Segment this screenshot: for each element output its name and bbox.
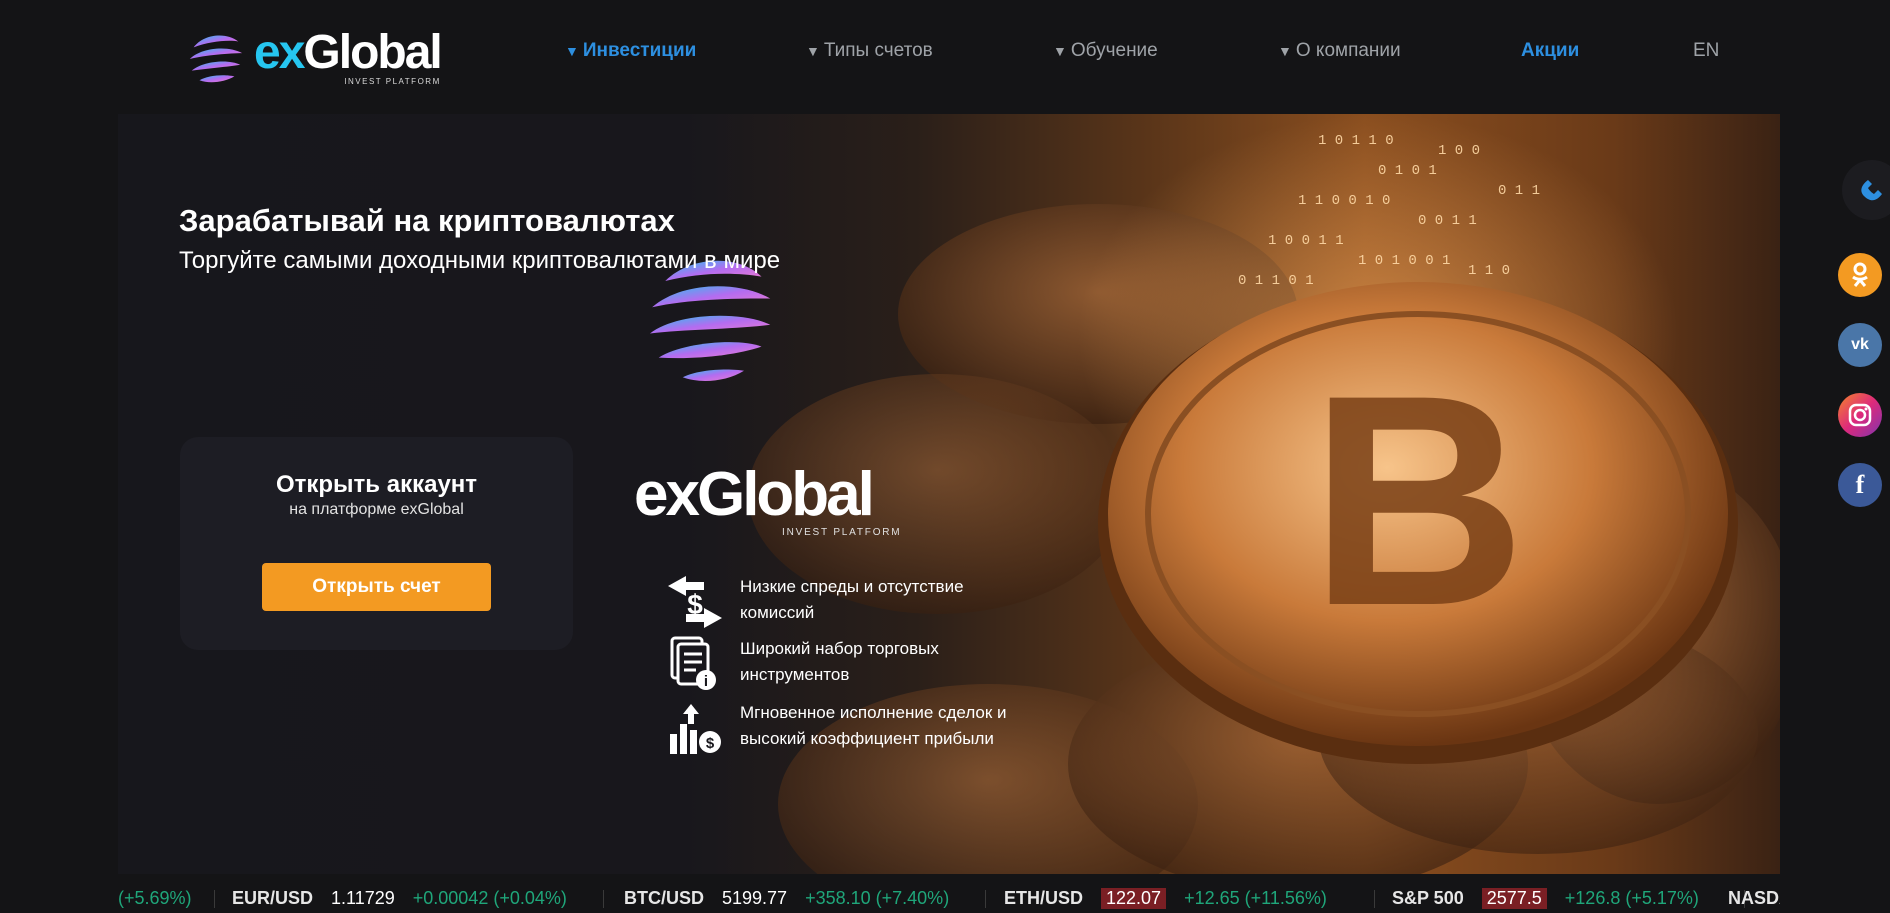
- hero-subtitle: Торгуйте самыми доходными криптовалютами…: [179, 247, 781, 274]
- brand-name: exGlobal: [634, 460, 875, 529]
- vk-button[interactable]: vk: [1838, 323, 1882, 367]
- instagram-button[interactable]: [1838, 393, 1882, 437]
- account-card-subtitle: на платформе exGlobal: [289, 501, 464, 518]
- facebook-icon: f: [1855, 470, 1865, 499]
- chevron-down-icon: ▼: [1278, 43, 1292, 59]
- svg-text:0 1 1 0 1: 0 1 1 0 1: [1238, 273, 1314, 289]
- feature-text: Мгновенное исполнение сделок и высокий к…: [740, 703, 1007, 748]
- feature-item: $ Мгновенное исполнение сделок и высокий…: [664, 700, 1030, 756]
- svg-text:1 0 0: 1 0 0: [1438, 143, 1480, 159]
- svg-text:1 1 0: 1 1 0: [1468, 263, 1510, 279]
- facebook-button[interactable]: f: [1838, 463, 1882, 507]
- ticker-symbol: ETH/USD: [1004, 888, 1084, 908]
- instagram-icon: [1848, 403, 1872, 427]
- site-header: exGlobal INVEST PLATFORM ▼ Инвестиции ▼ Ти…: [0, 0, 1890, 112]
- svg-text:$: $: [687, 589, 703, 620]
- hero-title: Зарабатывай на криптовалютах: [179, 203, 675, 238]
- ticker-change: (+5.69%): [118, 888, 192, 908]
- ticker-symbol: S&P 500: [1392, 888, 1464, 908]
- ticker-item[interactable]: EUR/USD 1.11729 +0.00042 (+0.04%): [232, 888, 567, 909]
- chevron-down-icon: ▼: [565, 43, 579, 59]
- exchange-dollar-icon: $: [668, 576, 722, 628]
- ticker-price: 2577.5: [1481, 888, 1547, 909]
- open-account-card: Открыть аккаунт на платформе exGlobal От…: [180, 437, 573, 650]
- svg-text:1 0 1 0 0 1: 1 0 1 0 0 1: [1358, 253, 1450, 269]
- feature-text: Широкий набор торговых инструментов: [740, 639, 939, 684]
- feature-item: $ Низкие спреды и отсутствие комиссий: [664, 574, 1030, 630]
- feature-item: i Широкий набор торговых инструментов: [664, 636, 1030, 692]
- svg-text:1 0 1 1 0: 1 0 1 1 0: [1318, 133, 1394, 149]
- nav-education[interactable]: ▼ Обучение: [1053, 40, 1158, 62]
- open-account-button[interactable]: Открыть счет: [262, 563, 491, 611]
- nav-promotions[interactable]: Акции: [1521, 40, 1579, 62]
- ticker-item[interactable]: S&P 500 2577.5 +126.8 (+5.17%): [1392, 888, 1699, 909]
- ticker-change: +126.8 (+5.17%): [1564, 888, 1699, 908]
- svg-text:1 1 0 0 1 0: 1 1 0 0 1 0: [1298, 193, 1390, 209]
- phone-callback-button[interactable]: [1842, 160, 1890, 220]
- account-card-title: Открыть аккаунт: [275, 471, 478, 498]
- ticker-divider: [1374, 890, 1375, 908]
- phone-icon: [1861, 180, 1882, 201]
- ticker-item[interactable]: ETH/USD 122.07 +12.65 (+11.56%): [1004, 888, 1327, 909]
- svg-text:i: i: [704, 673, 708, 690]
- ticker-item[interactable]: BTC/USD 5199.77 +358.10 (+7.40%): [624, 888, 949, 909]
- feature-text: Низкие спреды и отсутствие комиссий: [740, 577, 964, 622]
- ticker-divider: [603, 890, 604, 908]
- main-nav: ▼ Инвестиции ▼ Типы счетов ▼ Обучение ▼ О ко…: [0, 40, 1890, 70]
- svg-text:B: B: [1310, 332, 1527, 668]
- price-ticker: (+5.69%) EUR/USD 1.11729 +0.00042 (+0.04…: [118, 884, 1780, 913]
- nav-language-en[interactable]: EN: [1693, 40, 1719, 62]
- nav-label: Обучение: [1070, 40, 1158, 61]
- growth-chart-dollar-icon: $: [670, 704, 721, 754]
- odnoklassniki-icon: [1852, 262, 1868, 287]
- ticker-item[interactable]: NASDA: [1728, 888, 1780, 909]
- nav-label: EN: [1693, 40, 1720, 61]
- ticker-price: 5199.77: [722, 888, 788, 908]
- ticker-item[interactable]: (+5.69%): [118, 888, 192, 909]
- brand-tagline: INVEST PLATFORM: [782, 527, 902, 538]
- ticker-price: 122.07: [1101, 888, 1167, 909]
- odnoklassniki-button[interactable]: [1838, 253, 1882, 297]
- ticker-symbol: NASDA: [1728, 888, 1780, 908]
- ticker-symbol: EUR/USD: [232, 888, 314, 908]
- nav-label: Типы счетов: [823, 40, 933, 61]
- svg-text:0 1 1: 0 1 1: [1498, 183, 1540, 199]
- nav-label: Инвестиции: [582, 40, 697, 61]
- logo-tagline: INVEST PLATFORM: [344, 76, 441, 86]
- nav-account-types[interactable]: ▼ Типы счетов: [806, 40, 933, 62]
- ticker-change: +12.65 (+11.56%): [1184, 888, 1327, 908]
- documents-info-icon: i: [670, 636, 716, 690]
- nav-label: О компании: [1295, 40, 1401, 61]
- ticker-change: +0.00042 (+0.04%): [412, 888, 567, 908]
- chevron-down-icon: ▼: [806, 43, 820, 59]
- ticker-change: +358.10 (+7.40%): [805, 888, 950, 908]
- svg-text:1 0 0 1 1: 1 0 0 1 1: [1268, 233, 1344, 249]
- svg-text:0 0 1 1: 0 0 1 1: [1418, 213, 1477, 229]
- ticker-price: 1.11729: [331, 888, 395, 908]
- vk-icon: vk: [1851, 336, 1869, 353]
- svg-text:$: $: [706, 735, 715, 752]
- ticker-divider: [985, 890, 986, 908]
- svg-text:0 1 0 1: 0 1 0 1: [1378, 163, 1437, 179]
- chevron-down-icon: ▼: [1053, 43, 1067, 59]
- ticker-symbol: BTC/USD: [624, 888, 704, 908]
- nav-label: Акции: [1521, 40, 1580, 61]
- nav-investments[interactable]: ▼ Инвестиции: [565, 40, 696, 62]
- nav-about[interactable]: ▼ О компании: [1278, 40, 1401, 62]
- ticker-divider: [214, 890, 215, 908]
